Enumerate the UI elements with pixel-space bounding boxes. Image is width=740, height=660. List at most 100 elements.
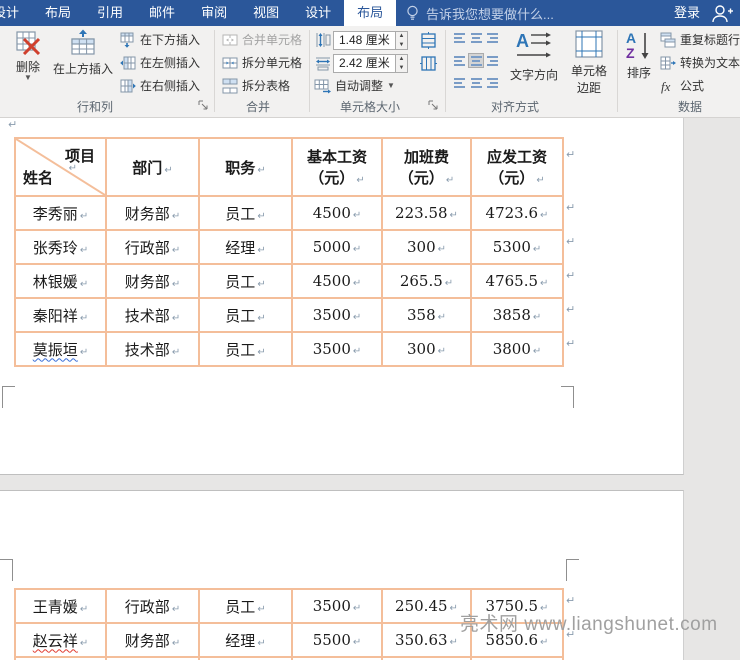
header-cell-overtime[interactable]: 加班费（元）↵ xyxy=(383,139,472,197)
header-cell-gross-salary[interactable]: 应发工资（元）↵ xyxy=(472,139,564,197)
tab-layout-doc[interactable]: 布局 xyxy=(32,0,84,26)
column-width-field[interactable]: 2.42 厘米 ▲▼ xyxy=(333,54,408,73)
table-cell[interactable]: 技术部↵ xyxy=(107,299,200,333)
table-cell[interactable]: 莫振垣↵ xyxy=(16,333,107,367)
paragraph-mark: ↵ xyxy=(8,120,17,131)
column-width-value[interactable]: 2.42 厘米 xyxy=(333,54,396,73)
table-cell[interactable]: 员工↵ xyxy=(200,197,293,231)
table-cell[interactable]: 350.63↵ xyxy=(383,624,472,658)
table-cell[interactable]: 李秀丽↵ xyxy=(16,197,107,231)
table-cell[interactable]: 4500↵ xyxy=(293,197,383,231)
cell-margins-button[interactable]: 单元格 边距 xyxy=(566,29,612,96)
align-bottom-right-button[interactable] xyxy=(485,76,501,91)
table-cell[interactable]: 员工↵ xyxy=(200,590,293,624)
convert-to-text-button[interactable]: 转换为文本 xyxy=(660,54,740,71)
cell-end-mark: ↵ xyxy=(172,211,180,222)
table-cell[interactable]: 林银媛↵ xyxy=(16,265,107,299)
align-top-center-button[interactable] xyxy=(468,30,484,45)
table-cell[interactable]: 250.45↵ xyxy=(383,590,472,624)
table-cell[interactable]: 3858↵ xyxy=(472,299,564,333)
table-cell[interactable]: 3500↵ xyxy=(293,590,383,624)
table-cell[interactable]: 223.58↵ xyxy=(383,197,472,231)
table-cell[interactable]: 员工↵ xyxy=(200,265,293,299)
insert-below-button[interactable]: 在下方插入 xyxy=(120,31,200,48)
tab-references[interactable]: 引用 xyxy=(84,0,136,26)
document-canvas[interactable]: ↵ 项目 ↵ 姓名 部门↵ 职务↵ 基本工资（元）↵ 加班费（元）↵ 应发工资（… xyxy=(0,118,740,660)
table-cell[interactable]: 财务部↵ xyxy=(107,624,200,658)
cell-text: 350.63 xyxy=(395,631,448,649)
table-cell[interactable]: 技术部↵ xyxy=(107,333,200,367)
column-width-spinner[interactable]: ▲▼ xyxy=(396,54,408,73)
table-cell[interactable]: 3500↵ xyxy=(293,299,383,333)
tab-design-doc[interactable]: 设计 xyxy=(0,0,32,26)
formula-button[interactable]: fx 公式 xyxy=(660,77,704,94)
row-end-mark: ↵ xyxy=(566,337,575,350)
sort-button[interactable]: AZ 排序 xyxy=(622,29,656,81)
table-diagonal-header-cell[interactable]: 项目 ↵ 姓名 xyxy=(16,139,107,197)
row-height-value[interactable]: 1.48 厘米 xyxy=(333,31,396,50)
align-center-left-button[interactable] xyxy=(451,53,467,68)
table-cell[interactable]: 3500↵ xyxy=(293,333,383,367)
table-cell[interactable]: 行政部↵ xyxy=(107,231,200,265)
table-cell[interactable]: 4500↵ xyxy=(293,265,383,299)
table-cell[interactable]: 经理↵ xyxy=(200,231,293,265)
insert-left-button[interactable]: 在左侧插入 xyxy=(120,54,200,71)
table-cell[interactable]: 员工↵ xyxy=(200,333,293,367)
tell-me-box[interactable]: 告诉我您想要做什么... xyxy=(406,0,554,26)
table-cell[interactable]: 秦阳祥↵ xyxy=(16,299,107,333)
distribute-columns-button[interactable] xyxy=(416,53,440,73)
row-height-spinner[interactable]: ▲▼ xyxy=(396,31,408,50)
formula-label: 公式 xyxy=(680,77,704,94)
tab-table-design[interactable]: 设计 xyxy=(292,0,344,26)
header-cell-base-salary[interactable]: 基本工资（元）↵ xyxy=(293,139,383,197)
table-cell[interactable]: 265.5↵ xyxy=(383,265,472,299)
header-cell-department[interactable]: 部门↵ xyxy=(107,139,200,197)
header-cell-position[interactable]: 职务↵ xyxy=(200,139,293,197)
table-cell[interactable]: 行政部↵ xyxy=(107,590,200,624)
align-center-right-button[interactable] xyxy=(485,53,501,68)
tab-mailings[interactable]: 邮件 xyxy=(136,0,188,26)
table-cell[interactable]: 王青媛↵ xyxy=(16,590,107,624)
table-cell[interactable]: 5500↵ xyxy=(293,624,383,658)
cell-margins-icon xyxy=(574,29,604,59)
table-cell[interactable]: 3800↵ xyxy=(472,333,564,367)
cell-text: 250.45 xyxy=(395,597,448,615)
align-top-right-button[interactable] xyxy=(485,30,501,45)
cell-end-mark: ↵ xyxy=(172,279,180,290)
table-cell[interactable]: 财务部↵ xyxy=(107,197,200,231)
table-cell[interactable]: 4723.6↵ xyxy=(472,197,564,231)
split-table-button[interactable]: 拆分表格 xyxy=(222,77,290,94)
table-cell[interactable]: 张秀玲↵ xyxy=(16,231,107,265)
text-direction-button[interactable]: A 文字方向 xyxy=(506,29,562,83)
tab-table-layout-active[interactable]: 布局 xyxy=(344,0,396,26)
table-cell[interactable]: 300↵ xyxy=(383,333,472,367)
table-cell[interactable]: 员工↵ xyxy=(200,299,293,333)
rows-cols-dialog-launcher[interactable] xyxy=(198,100,209,111)
insert-right-button[interactable]: 在右侧插入 xyxy=(120,77,200,94)
cell-size-dialog-launcher[interactable] xyxy=(428,100,439,111)
align-bottom-center-button[interactable] xyxy=(468,76,484,91)
table-cell[interactable]: 300↵ xyxy=(383,231,472,265)
tab-view[interactable]: 视图 xyxy=(240,0,292,26)
align-top-left-button[interactable] xyxy=(451,30,467,45)
table-cell[interactable]: 358↵ xyxy=(383,299,472,333)
share-person-icon[interactable] xyxy=(710,2,734,24)
table-cell[interactable]: 5300↵ xyxy=(472,231,564,265)
row-height-field[interactable]: 1.48 厘米 ▲▼ xyxy=(333,31,408,50)
table-cell[interactable]: 财务部↵ xyxy=(107,265,200,299)
autofit-button[interactable]: 自动调整 ▼ xyxy=(314,77,395,94)
delete-table-button[interactable]: 删除 ▼ xyxy=(8,29,48,81)
split-cells-button[interactable]: 拆分单元格 xyxy=(222,54,302,71)
sign-in-button[interactable]: 登录 xyxy=(674,0,700,26)
table-cell[interactable]: 5000↵ xyxy=(293,231,383,265)
table-cell[interactable]: 经理↵ xyxy=(200,624,293,658)
table-cell[interactable]: 4765.5↵ xyxy=(472,265,564,299)
align-bottom-left-button[interactable] xyxy=(451,76,467,91)
align-center-button-selected[interactable] xyxy=(468,53,484,68)
table-cell[interactable]: 赵云祥↵ xyxy=(16,624,107,658)
insert-above-button[interactable]: 在上方插入 xyxy=(52,29,114,77)
tab-review[interactable]: 审阅 xyxy=(188,0,240,26)
distribute-rows-button[interactable] xyxy=(416,30,440,50)
repeat-header-rows-button[interactable]: 重复标题行 xyxy=(660,31,740,48)
cell-end-mark: ↵ xyxy=(257,604,265,615)
